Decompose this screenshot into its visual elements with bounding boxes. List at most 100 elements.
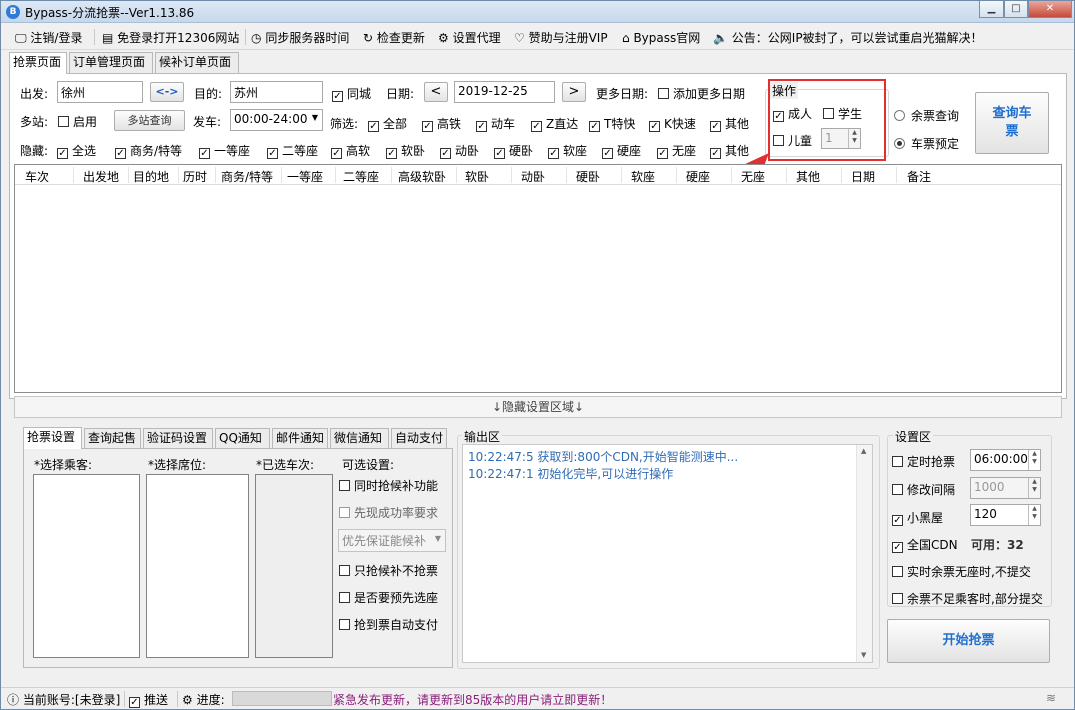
checkmark-icon: ✓ xyxy=(331,148,342,159)
sync-time-button[interactable]: ◷ 同步服务器时间 xyxy=(251,29,349,46)
website-button[interactable]: ⌂ Bypass官网 xyxy=(622,29,700,46)
output-log[interactable]: 10:22:47:5 获取到:800个CDN,开始智能测速中... 10:22:… xyxy=(462,444,873,663)
hide-ruanwo-checkbox[interactable]: ✓ 软卧 xyxy=(386,142,425,159)
blackroom-checkbox[interactable]: ✓ 小黑屋 xyxy=(892,509,943,526)
hide-dongwo-checkbox[interactable]: ✓ 动卧 xyxy=(440,142,479,159)
announcement: 🔈 公告：公网IP被封了，可以尝试重启光猫解决！ xyxy=(713,29,983,46)
tab-auto-pay[interactable]: 自动支付 xyxy=(391,428,447,449)
checkbox-box xyxy=(892,456,903,467)
check-update-button[interactable]: ↻ 检查更新 xyxy=(363,29,425,46)
hide-first-class-checkbox[interactable]: ✓ 一等座 xyxy=(199,142,250,159)
login-button[interactable]: 🖵 注销/登录 xyxy=(15,29,82,46)
depart-time-select[interactable]: 00:00-24:00 ▼ xyxy=(230,109,323,131)
modify-interval-label: 修改间隔 xyxy=(907,483,956,497)
filter-dongche-checkbox[interactable]: ✓ 动车 xyxy=(476,115,515,132)
tab-grab-ticket[interactable]: 抢票页面 xyxy=(9,52,67,74)
remain-query-label: 余票查询 xyxy=(911,109,960,123)
scroll-down-icon[interactable]: ▼ xyxy=(861,651,866,659)
proxy-button[interactable]: ⚙ 设置代理 xyxy=(438,29,501,46)
filter-z-checkbox[interactable]: ✓ Z直达 xyxy=(531,115,578,132)
only-waitlist-checkbox[interactable]: 只抢候补不抢票 xyxy=(339,562,438,579)
checkbox-box xyxy=(339,592,350,603)
blackroom-input[interactable]: 120 ▲ ▼ xyxy=(970,504,1041,526)
scroll-up-icon[interactable]: ▲ xyxy=(861,447,866,455)
passenger-list[interactable] xyxy=(33,474,140,658)
sponsor-button[interactable]: ♡ 赞助与注册VIP xyxy=(514,29,608,46)
checkbox-box xyxy=(339,480,350,491)
from-station-input[interactable]: 徐州 xyxy=(57,81,143,103)
tab-waitlist-order[interactable]: 候补订单页面 xyxy=(155,52,239,73)
checkmark-icon: ✓ xyxy=(476,121,487,132)
close-button[interactable]: ✕ xyxy=(1028,1,1072,18)
stepper-arrows-icon: ▲ ▼ xyxy=(1028,505,1040,525)
tab-email-notify[interactable]: 邮件通知 xyxy=(272,428,328,449)
to-label: 目的: xyxy=(194,87,223,101)
add-dates-checkbox[interactable]: 添加更多日期 xyxy=(658,85,745,102)
column-divider xyxy=(335,167,336,183)
hide-gaoruan-checkbox[interactable]: ✓ 高软 xyxy=(331,142,370,159)
open-12306-button[interactable]: ▤ 免登录打开12306网站 xyxy=(102,29,239,46)
tab-query-sale[interactable]: 查询起售 xyxy=(84,428,141,449)
filter-all-checkbox[interactable]: ✓ 全部 xyxy=(368,115,407,132)
radio-circle xyxy=(894,110,905,121)
priority-select[interactable]: 优先保证能候补 ▼ xyxy=(338,529,446,552)
same-city-label: 同城 xyxy=(347,87,372,101)
hide-yingwo-checkbox[interactable]: ✓ 硬卧 xyxy=(494,142,533,159)
selected-trains-list[interactable] xyxy=(255,474,333,658)
progress-label: 进度: xyxy=(196,693,225,707)
toggle-hidden-area-button[interactable]: ↓隐藏设置区域↓ xyxy=(14,396,1062,418)
train-results-table[interactable]: 车次 出发地 目的地 历时 商务/特等 一等座 二等座 高级软卧 软卧 动卧 硬… xyxy=(14,164,1062,393)
minimize-button[interactable]: ▁ xyxy=(979,1,1004,18)
start-grab-button[interactable]: 开始抢票 xyxy=(887,619,1050,663)
push-checkbox[interactable]: ✓ 推送 xyxy=(129,691,168,708)
output-scrollbar[interactable]: ▲ ▼ xyxy=(856,445,872,662)
same-city-checkbox[interactable]: ✓ 同城 xyxy=(332,85,371,102)
filter-k-checkbox[interactable]: ✓ K快速 xyxy=(649,115,696,132)
success-rate-checkbox[interactable]: 先现成功率要求 xyxy=(339,504,438,521)
preselect-seat-checkbox[interactable]: 是否要预先选座 xyxy=(339,589,438,606)
tab-order-manage[interactable]: 订单管理页面 xyxy=(69,52,153,73)
tab-captcha-settings[interactable]: 验证码设置 xyxy=(143,428,213,449)
check-update-label: 检查更新 xyxy=(376,31,425,45)
date-input[interactable]: 2019-12-25 xyxy=(454,81,555,103)
filter-label: 筛选: xyxy=(330,117,359,131)
reserve-radio[interactable]: 车票预定 xyxy=(894,135,959,152)
filter-other-checkbox[interactable]: ✓ 其他 xyxy=(710,115,749,132)
tab-ticket-settings[interactable]: 抢票设置 xyxy=(23,427,82,449)
maximize-button[interactable]: □ xyxy=(1004,1,1028,18)
cdn-available-count: 可用：32 xyxy=(971,538,1024,552)
enable-multi-checkbox[interactable]: 启用 xyxy=(58,113,97,130)
tab-wechat-notify[interactable]: 微信通知 xyxy=(330,428,389,449)
timed-grab-checkbox[interactable]: 定时抢票 xyxy=(892,453,955,470)
swap-stations-button[interactable]: <-> xyxy=(150,82,184,102)
filter-gaotie-checkbox[interactable]: ✓ 高铁 xyxy=(422,115,461,132)
filter-t-checkbox[interactable]: ✓ T特快 xyxy=(589,115,635,132)
multi-station-query-button[interactable]: 多站查询 xyxy=(114,110,185,131)
auto-pay-checkbox[interactable]: 抢到票自动支付 xyxy=(339,616,438,633)
realtime-no-seat-checkbox[interactable]: 实时余票无座时,不提交 xyxy=(892,563,1031,580)
checkmark-icon: ✓ xyxy=(649,121,660,132)
hide-second-class-checkbox[interactable]: ✓ 二等座 xyxy=(267,142,318,159)
seat-list[interactable] xyxy=(146,474,249,658)
partial-submit-checkbox[interactable]: 余票不足乘客时,部分提交 xyxy=(892,590,1043,607)
interval-input[interactable]: 1000 ▲ ▼ xyxy=(970,477,1041,499)
modify-interval-checkbox[interactable]: 修改间隔 xyxy=(892,481,955,498)
prev-date-button[interactable]: < xyxy=(424,82,448,102)
next-date-button[interactable]: > xyxy=(562,82,586,102)
query-tickets-button[interactable]: 查询车票 xyxy=(975,92,1049,154)
hide-ruanzuo-checkbox[interactable]: ✓ 软座 xyxy=(548,142,587,159)
tab-qq-notify[interactable]: QQ通知 xyxy=(215,428,270,449)
column-divider xyxy=(215,167,216,183)
hide-business-checkbox[interactable]: ✓ 商务/特等 xyxy=(115,142,182,159)
open-12306-label: 免登录打开12306网站 xyxy=(117,31,240,45)
column-header: 其他 xyxy=(796,170,821,184)
timed-grab-input[interactable]: 06:00:00 ▲ ▼ xyxy=(970,449,1041,471)
hide-all-checkbox[interactable]: ✓ 全选 xyxy=(57,142,96,159)
remain-query-radio[interactable]: 余票查询 xyxy=(894,107,959,124)
to-station-input[interactable]: 苏州 xyxy=(230,81,323,103)
hide-yingzuo-checkbox[interactable]: ✓ 硬座 xyxy=(602,142,641,159)
national-cdn-checkbox[interactable]: ✓ 全国CDN xyxy=(892,536,958,553)
also-waitlist-checkbox[interactable]: 同时抢候补功能 xyxy=(339,477,438,494)
interval-value: 1000 xyxy=(974,480,1005,494)
chevron-down-icon: ▼ xyxy=(311,113,318,122)
